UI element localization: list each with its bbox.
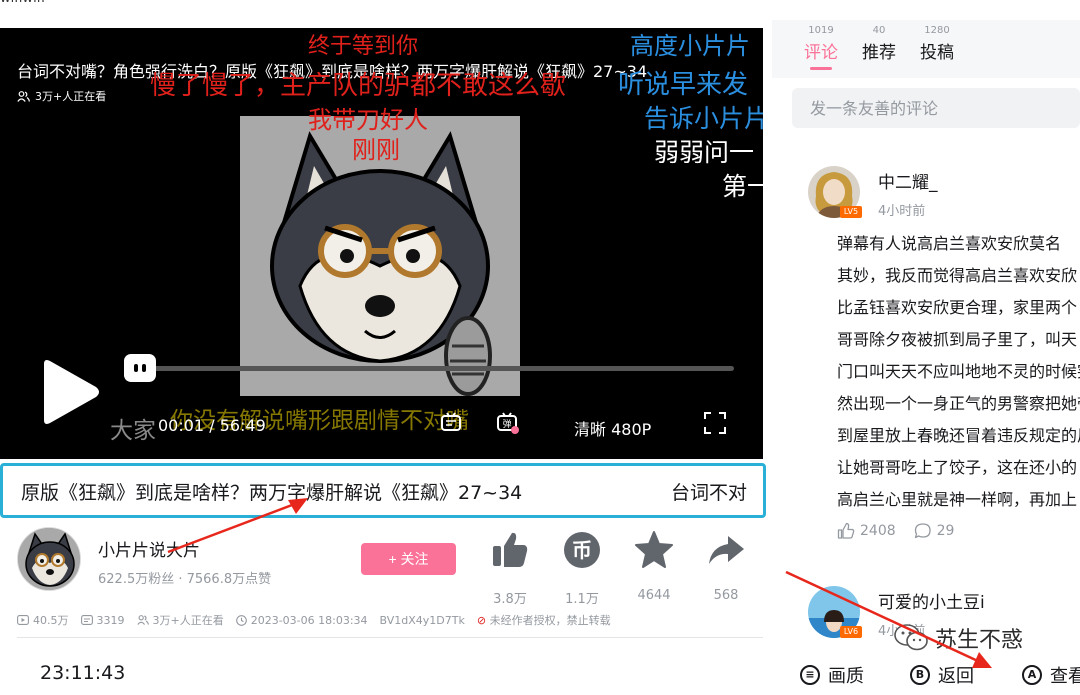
svg-text:币: 币 bbox=[572, 538, 592, 562]
svg-text:弹: 弹 bbox=[502, 418, 511, 430]
coin-count: 1.1万 bbox=[565, 592, 599, 607]
danmaku-count-icon bbox=[80, 615, 93, 625]
comment-line: 弹幕有人说高启兰喜欢安欣莫名 bbox=[837, 234, 1062, 253]
progress-knob-tv-icon[interactable] bbox=[124, 354, 156, 382]
uploader-stats: 622.5万粉丝 · 7566.8万点赞 bbox=[98, 572, 272, 587]
comment-line: 哥哥除夕夜被抓到局子里了，叫天 bbox=[837, 330, 1078, 349]
play-icon bbox=[44, 360, 99, 424]
comment-line: 然出现一个一身正气的男警察把她带 bbox=[837, 394, 1080, 413]
live-viewers: 3万+人正在看 bbox=[17, 88, 106, 104]
comment-like-button[interactable]: 2408 bbox=[837, 522, 896, 540]
comment-body: 弹幕有人说高启兰喜欢安欣莫名 其妙，我反而觉得高启兰喜欢安欣 比孟钰喜欢安欣更合… bbox=[837, 228, 1080, 516]
danmaku-comment: 高度小片片 bbox=[630, 32, 750, 60]
danmaku-count: 3319 bbox=[80, 614, 125, 627]
top-strip-text: wifiwifi bbox=[0, 0, 45, 6]
tab-comments[interactable]: 1019 评论 bbox=[804, 26, 838, 70]
tab-count: 1280 bbox=[924, 25, 950, 36]
coin-icon: 币 bbox=[564, 532, 600, 568]
progress-bar[interactable] bbox=[128, 366, 734, 371]
favorite-count: 4644 bbox=[637, 588, 671, 603]
thumbs-up-outline-icon bbox=[837, 522, 855, 539]
comment-line: 比孟钰喜欢安欣更合理，家里两个 bbox=[837, 298, 1078, 317]
a-key-icon: A bbox=[1022, 665, 1042, 685]
divider bbox=[17, 637, 763, 638]
coin-button[interactable]: 币 1.1万 bbox=[552, 530, 612, 607]
comment-reply-button[interactable]: 29 bbox=[914, 522, 954, 540]
level-badge: LV5 bbox=[840, 206, 862, 218]
playback-time: 00:01 / 56:49 bbox=[158, 416, 266, 435]
uploader-avatar[interactable] bbox=[17, 527, 81, 591]
people-icon bbox=[136, 615, 149, 625]
tab-count: 40 bbox=[872, 25, 886, 36]
star-icon bbox=[635, 531, 673, 568]
comment-line: 让她哥哥吃上了饺子，这在还小的 bbox=[837, 458, 1078, 477]
watching-count: 3万+人正在看 bbox=[136, 612, 224, 628]
comment-line: 其妙，我反而觉得高启兰喜欢安欣 bbox=[837, 266, 1078, 285]
video-player[interactable]: 台词不对嘴？角色强行洗白？原版《狂飙》到底是啥样？两万字爆肝解说《狂飙》27~3… bbox=[0, 28, 763, 459]
people-icon bbox=[17, 90, 30, 102]
thumbs-up-icon bbox=[493, 532, 528, 567]
follow-button[interactable]: + 关注 bbox=[361, 543, 456, 575]
comment-line: 高启兰心里就是神一样啊，再加上 bbox=[837, 490, 1078, 509]
comment-line: 门口叫天天不应叫地地不灵的时候突 bbox=[837, 362, 1080, 381]
scrolling-title-tail: 台词不对 bbox=[671, 482, 748, 504]
danmaku-comment: 弱弱问一 bbox=[654, 138, 755, 167]
video-meta-row: 40.5万 3319 3万+人正在看 2023-03-06 18:03:34 B… bbox=[17, 612, 611, 628]
danmaku-comment: 告诉小片片 bbox=[644, 104, 763, 133]
tab-label: 评论 bbox=[804, 43, 838, 63]
publish-date: 2023-03-06 18:03:34 bbox=[235, 614, 368, 627]
like-button[interactable]: 3.8万 bbox=[480, 530, 540, 607]
tab-count: 1019 bbox=[808, 25, 834, 36]
like-count: 3.8万 bbox=[493, 592, 527, 607]
tab-uploads[interactable]: 1280 投稿 bbox=[920, 25, 954, 64]
favorite-button[interactable]: 4644 bbox=[624, 530, 684, 603]
share-arrow-icon bbox=[709, 536, 744, 564]
danmaku-comment: 第一 bbox=[722, 172, 763, 201]
system-clock: 23:11:43 bbox=[40, 662, 126, 684]
annotation-arrow-icon bbox=[167, 498, 308, 554]
tab-underline bbox=[810, 67, 832, 70]
husky-avatar-icon bbox=[18, 528, 80, 590]
danmaku-toggle-icon[interactable]: 弹 bbox=[496, 411, 520, 439]
comment-line: 到屋里放上春晚还冒着违反规定的风险 bbox=[837, 426, 1080, 445]
danmaku-settings-icon[interactable] bbox=[440, 411, 462, 437]
play-count-icon bbox=[17, 615, 29, 625]
danmaku-comment: 大家 bbox=[110, 418, 156, 444]
danmaku-comment: 慢了慢了，主产队的驴都不敢这么歇 bbox=[150, 71, 567, 101]
commenter-name[interactable]: 中二耀_ bbox=[878, 168, 938, 193]
danmaku-comment: 刚刚 bbox=[352, 136, 400, 164]
tab-label: 投稿 bbox=[920, 43, 954, 63]
clock-icon bbox=[235, 614, 247, 626]
comment-time: 4小时前 bbox=[878, 204, 926, 219]
live-viewers-text: 3万+人正在看 bbox=[35, 90, 107, 103]
reply-bubble-icon bbox=[914, 523, 931, 539]
quality-selector[interactable]: 清晰 480P bbox=[574, 416, 651, 440]
tab-bar: 1019 评论 40 推荐 1280 投稿 bbox=[772, 20, 1080, 78]
comment-actions: 2408 29 bbox=[837, 522, 954, 540]
fullscreen-icon[interactable] bbox=[704, 412, 726, 434]
play-button[interactable] bbox=[36, 356, 102, 428]
share-button[interactable]: 568 bbox=[696, 530, 756, 603]
play-count: 40.5万 bbox=[17, 612, 69, 628]
bvid[interactable]: BV1dX4y1D7Tk bbox=[380, 614, 465, 627]
danmaku-comment: 听说早来发 bbox=[618, 70, 749, 100]
danmaku-comment: 我带刀好人 bbox=[308, 106, 428, 134]
annotation-arrow-icon bbox=[785, 570, 992, 668]
share-count: 568 bbox=[713, 588, 739, 603]
tab-recommend[interactable]: 40 推荐 bbox=[862, 25, 896, 64]
view-key-button[interactable]: A 查看 bbox=[1022, 662, 1080, 688]
comment-input[interactable] bbox=[792, 88, 1080, 128]
tab-label: 推荐 bbox=[862, 43, 896, 63]
scrolling-title-box: 原版《狂飙》到底是啥样？两万字爆肝解说《狂飙》27~34 台词不对 bbox=[0, 463, 766, 518]
danmaku-comment: 终于等到你 bbox=[308, 34, 419, 59]
forbidden-icon: ⊘ bbox=[476, 614, 487, 627]
copyright-notice: ⊘ 未经作者授权，禁止转载 bbox=[476, 614, 611, 627]
